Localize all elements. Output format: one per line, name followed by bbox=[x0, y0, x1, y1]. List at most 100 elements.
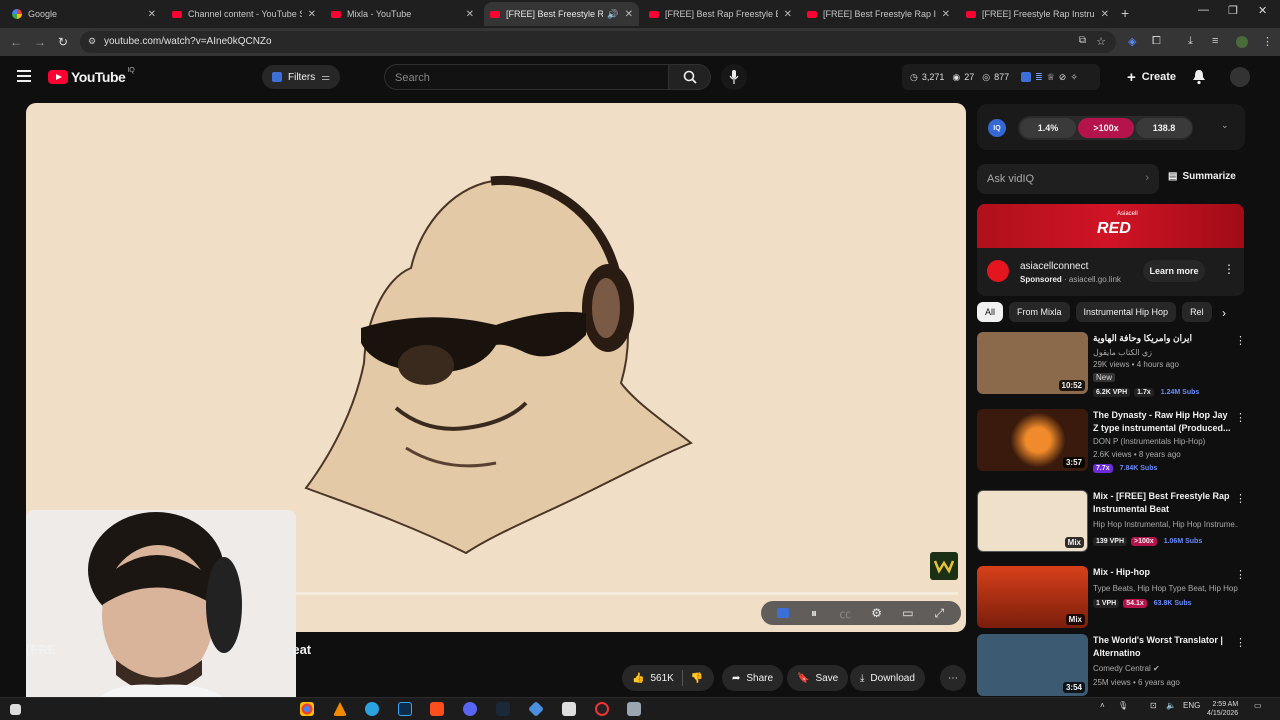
tray-volume-icon[interactable]: 🔈 bbox=[1166, 701, 1176, 710]
theater-mode-icon[interactable]: ▭ bbox=[901, 606, 915, 620]
captions-icon[interactable]: ㏄ bbox=[838, 606, 852, 621]
recommendation-item[interactable]: 3:57 The Dynasty - Raw Hip Hop Jay Z typ… bbox=[977, 409, 1247, 475]
channel-watermark[interactable] bbox=[930, 552, 958, 580]
brave-icon[interactable] bbox=[430, 702, 444, 716]
ask-vidiq-input[interactable]: Ask vidIQ › bbox=[977, 164, 1159, 194]
obs-icon[interactable] bbox=[595, 702, 609, 716]
close-tab-icon[interactable]: ✕ bbox=[784, 9, 792, 20]
close-tab-icon[interactable]: ✕ bbox=[1101, 9, 1109, 20]
more-vert-icon[interactable]: ⋮ bbox=[1235, 568, 1246, 581]
metric-engagement[interactable]: 1.4% bbox=[1020, 118, 1076, 138]
youtube-logo[interactable]: YouTube IQ bbox=[48, 67, 135, 85]
browser-tab[interactable]: Google ✕ bbox=[6, 2, 162, 26]
chip-related[interactable]: Rel bbox=[1182, 302, 1212, 322]
bookmark-star-icon[interactable]: ☆ bbox=[1096, 35, 1106, 48]
settings-gear-icon[interactable]: ⚙ bbox=[870, 606, 884, 620]
url-text[interactable]: youtube.com/watch?v=AIne0kQCNZo bbox=[104, 36, 272, 47]
forward-icon[interactable]: → bbox=[34, 35, 46, 49]
vidiq-stats-bar[interactable]: ◷ 3,271 ◉ 27 ◎ 877 ≣ ♕ ⊘ ✧ bbox=[902, 64, 1100, 90]
chevron-down-icon[interactable]: ⌄ bbox=[1221, 120, 1229, 131]
chip-from-mixla[interactable]: From Mixla bbox=[1009, 302, 1070, 322]
thumbnail[interactable]: 10:52 bbox=[977, 332, 1088, 394]
more-vert-icon[interactable]: ⋮ bbox=[1235, 334, 1246, 347]
file-app-icon[interactable] bbox=[627, 702, 641, 716]
reload-icon[interactable]: ↻ bbox=[58, 35, 68, 49]
chip-instrumental-hip-hop[interactable]: Instrumental Hip Hop bbox=[1075, 302, 1177, 322]
notifications-bell-icon[interactable] bbox=[1192, 69, 1206, 90]
search-button[interactable] bbox=[669, 64, 711, 90]
photoshop-icon[interactable] bbox=[398, 702, 412, 716]
steam-icon[interactable] bbox=[496, 702, 510, 716]
windows-start-icon[interactable] bbox=[10, 704, 21, 715]
close-window-icon[interactable]: ✕ bbox=[1258, 4, 1267, 17]
media-control-icon[interactable]: ≡ bbox=[1212, 35, 1218, 47]
close-tab-icon[interactable]: ✕ bbox=[148, 9, 156, 20]
telegram-icon[interactable] bbox=[365, 702, 379, 716]
more-actions-button[interactable]: ⋯ bbox=[940, 665, 966, 691]
fullscreen-icon[interactable]: ⤢ bbox=[932, 606, 946, 620]
chips-next-arrow-icon[interactable]: › bbox=[1222, 306, 1226, 320]
install-app-icon[interactable]: ⧉ bbox=[1079, 35, 1086, 46]
account-avatar[interactable] bbox=[1230, 67, 1250, 87]
vidiq-extension-icon[interactable]: ◈ bbox=[1128, 35, 1136, 48]
vlc-icon[interactable] bbox=[333, 702, 347, 716]
share-button[interactable]: ➦ Share bbox=[722, 665, 784, 691]
browser-tab[interactable]: Mixla - YouTube ✕ bbox=[325, 2, 480, 26]
browser-menu-icon[interactable]: ⋮ bbox=[1262, 35, 1273, 48]
close-tab-icon[interactable]: ✕ bbox=[308, 9, 316, 20]
more-vert-icon[interactable]: ⋮ bbox=[1235, 636, 1246, 649]
thumbnail[interactable]: Mix bbox=[977, 566, 1088, 628]
notifications-tray-icon[interactable]: ▭ bbox=[1254, 701, 1262, 710]
app-diamond-icon[interactable] bbox=[528, 701, 544, 717]
input-language[interactable]: ENG bbox=[1183, 701, 1200, 710]
like-button[interactable]: 👍 561K bbox=[632, 673, 674, 684]
learn-more-button[interactable]: Learn more bbox=[1143, 260, 1205, 282]
thumbnail[interactable]: Mix bbox=[977, 490, 1088, 552]
browser-tab[interactable]: [FREE] Freestyle Rap Instrumen✕ bbox=[960, 2, 1115, 26]
recommendation-item[interactable]: 3:54 The World's Worst Translator | Alte… bbox=[977, 634, 1247, 696]
dislike-button[interactable]: 👎 bbox=[691, 673, 703, 684]
new-tab-button[interactable]: + bbox=[1121, 5, 1129, 21]
omnibox[interactable]: ⚙ youtube.com/watch?v=AIne0kQCNZo ⧉ ☆ bbox=[80, 31, 1116, 53]
browser-tab[interactable]: [FREE] Best Freestyle Rap Instru✕ bbox=[801, 2, 956, 26]
recommendation-item[interactable]: Mix Mix - [FREE] Best Freestyle Rap Inst… bbox=[977, 490, 1247, 556]
vidiq-player-icon[interactable] bbox=[776, 606, 790, 620]
browser-tab[interactable]: [FREE] Best Rap Freestyle Batt✕ bbox=[643, 2, 798, 26]
chevron-right-icon[interactable]: › bbox=[1145, 172, 1149, 184]
save-button[interactable]: 🔖 Save bbox=[787, 665, 849, 691]
menu-hamburger-icon[interactable] bbox=[17, 70, 31, 82]
recommendation-item[interactable]: Mix Mix - Hip-hop Type Beats, Hip Hop Ty… bbox=[977, 566, 1247, 632]
tray-mic-icon[interactable]: 🎙 bbox=[1118, 701, 1128, 710]
taskbar-clock[interactable]: 2:59 AM 4/15/2026 bbox=[1207, 700, 1238, 718]
ad-banner[interactable]: Asiacell RED bbox=[977, 204, 1244, 248]
chip-all[interactable]: All bbox=[977, 302, 1004, 322]
chrome-icon[interactable] bbox=[300, 702, 314, 716]
tray-network-icon[interactable]: ⊡ bbox=[1150, 701, 1157, 710]
filters-button[interactable]: Filters ⚌ bbox=[262, 65, 341, 89]
profile-avatar[interactable] bbox=[1236, 36, 1248, 48]
more-vert-icon[interactable]: ⋮ bbox=[1235, 492, 1246, 505]
metric-vph[interactable]: 138.8 bbox=[1136, 118, 1192, 138]
browser-tab[interactable]: Channel content - YouTube Stu ✕ bbox=[166, 2, 322, 26]
close-tab-icon[interactable]: ✕ bbox=[625, 9, 633, 20]
minimize-icon[interactable]: — bbox=[1198, 4, 1209, 16]
sponsored-ad[interactable]: Asiacell RED asiacellconnect Sponsored ·… bbox=[977, 204, 1244, 296]
ad-more-icon[interactable]: ⋮ bbox=[1223, 262, 1235, 276]
metric-outlier[interactable]: >100x bbox=[1078, 118, 1134, 138]
thumbnail[interactable]: 3:54 bbox=[977, 634, 1088, 696]
close-tab-icon[interactable]: ✕ bbox=[466, 9, 474, 20]
more-vert-icon[interactable]: ⋮ bbox=[1235, 411, 1246, 424]
thumbnail[interactable]: 3:57 bbox=[977, 409, 1088, 471]
downloads-icon[interactable]: ⤓ bbox=[1188, 35, 1193, 48]
tray-chevron-icon[interactable]: ˄ bbox=[1100, 701, 1105, 710]
autoplay-toggle-icon[interactable]: ⏸ bbox=[807, 606, 821, 620]
search-input[interactable]: Search bbox=[384, 64, 669, 90]
create-button[interactable]: + Create bbox=[1117, 64, 1187, 90]
speaker-icon[interactable]: 🔊 bbox=[607, 9, 618, 20]
close-tab-icon[interactable]: ✕ bbox=[942, 9, 950, 20]
back-icon[interactable]: ← bbox=[10, 35, 22, 49]
restore-icon[interactable]: ❐ bbox=[1228, 4, 1238, 17]
extensions-puzzle-icon[interactable]: ⧠ bbox=[1152, 35, 1161, 48]
download-button[interactable]: ⤓ Download bbox=[850, 665, 925, 691]
summarize-button[interactable]: ▤ Summarize bbox=[1168, 171, 1236, 182]
